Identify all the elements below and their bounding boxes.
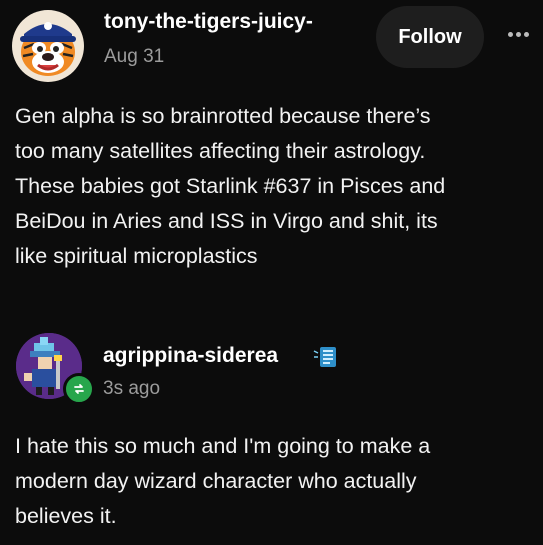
follow-button[interactable]: Follow <box>376 6 484 68</box>
username[interactable]: tony-the-tigers-juicy- <box>104 10 313 34</box>
blog-badge-icon <box>313 347 336 367</box>
post-timestamp[interactable]: Aug 31 <box>104 46 164 68</box>
username[interactable]: agrippina-siderea <box>103 344 278 368</box>
tiger-avatar-icon <box>20 22 76 76</box>
more-options-icon[interactable] <box>500 24 536 44</box>
post-body: Gen alpha is so brainrotted because ther… <box>15 104 446 268</box>
post-body: I hate this so much and I'm going to mak… <box>15 434 431 528</box>
post-timestamp[interactable]: 3s ago <box>103 378 160 400</box>
avatar[interactable] <box>12 10 84 82</box>
reblog-icon <box>63 373 95 405</box>
